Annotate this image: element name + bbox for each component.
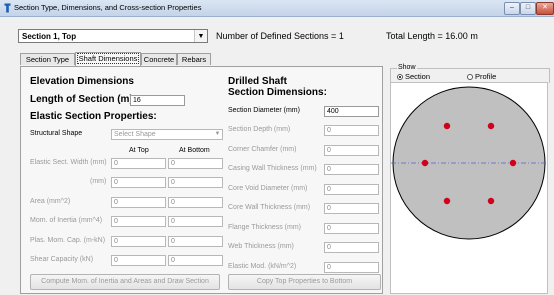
compute-button[interactable]: Compute Mom. of Inertia and Areas and Dr… (30, 274, 220, 290)
structural-shape-select[interactable]: Select Shape ▼ (111, 129, 223, 140)
elastic-mod-label: Elastic Mod. (kN/m^2) (228, 263, 297, 270)
core-wall-input[interactable]: 0 (324, 203, 379, 214)
structural-shape-label: Structural Shape (30, 130, 83, 137)
rebar-dot (509, 159, 517, 167)
elastic-width-top-input[interactable]: 0 (111, 158, 166, 169)
tab-shaft-dimensions[interactable]: Shaft Dimensions (75, 52, 141, 66)
show-legend: Show (397, 64, 417, 71)
flange-thickness-input[interactable]: 0 (324, 223, 379, 234)
section-dimensions-heading: Section Dimensions: (228, 87, 327, 98)
casing-wall-label: Casing Wall Thickness (mm) (228, 165, 317, 172)
tab-rebars[interactable]: Rebars (177, 53, 211, 65)
section-select-value: Section 1, Top (22, 32, 77, 41)
window-title: Section Type, Dimensions, and Cross-sect… (14, 3, 202, 12)
web-thickness-input[interactable]: 0 (324, 242, 379, 253)
casing-wall-input[interactable]: 0 (324, 164, 379, 175)
plas-mom-top-input[interactable]: 0 (111, 236, 166, 247)
corner-chamfer-label: Corner Chamfer (mm) (228, 146, 297, 153)
section-drawing-area (390, 82, 548, 294)
rebar-dot (487, 197, 495, 205)
chevron-down-icon[interactable]: ▼ (194, 30, 207, 42)
plas-mom-bottom-input[interactable]: 0 (168, 236, 223, 247)
rebar-dot (421, 159, 429, 167)
core-wall-label: Core Wall Thickness (mm) (228, 204, 311, 211)
col-at-bottom: At Bottom (179, 147, 210, 154)
mom-inertia-label: Mom. of Inertia (mm^4) (30, 217, 103, 224)
mom-inertia-bottom-input[interactable]: 0 (168, 216, 223, 227)
structural-shape-placeholder: Select Shape (114, 131, 156, 138)
app-icon (4, 3, 11, 13)
shear-capacity-label: Shear Capacity (kN) (30, 256, 94, 263)
area-bottom-input[interactable]: 0 (168, 197, 223, 208)
num-sections-text: Number of Defined Sections = 1 (216, 31, 344, 41)
mm-top-input[interactable]: 0 (111, 177, 166, 188)
area-label: Area (mm^2) (30, 198, 71, 205)
mom-inertia-top-input[interactable]: 0 (111, 216, 166, 227)
chevron-down-icon[interactable]: ▼ (213, 130, 222, 139)
copy-top-to-bottom-button[interactable]: Copy Top Properties to Bottom (228, 274, 381, 290)
elastic-width-label: Elastic Sect. Width (mm) (30, 159, 107, 166)
radio-unselected-icon (467, 74, 473, 80)
section-drawing (391, 86, 547, 240)
elastic-mod-input[interactable]: 0 (324, 262, 379, 273)
section-select[interactable]: Section 1, Top ▼ (18, 29, 208, 43)
total-length-text: Total Length = 16.00 m (386, 31, 478, 41)
tab-concrete[interactable]: Concrete (141, 53, 177, 65)
core-void-input[interactable]: 0 (324, 184, 379, 195)
rebar-dot (443, 197, 451, 205)
plas-mom-label: Plas. Mom. Cap. (m-kN) (30, 237, 106, 244)
rebar-dot (487, 122, 495, 130)
corner-chamfer-input[interactable]: 0 (324, 145, 379, 156)
shear-capacity-top-input[interactable]: 0 (111, 255, 166, 266)
maximize-button[interactable]: □ (520, 2, 536, 15)
section-diameter-label: Section Diameter (mm) (228, 107, 300, 114)
tab-section-type[interactable]: Section Type (20, 53, 75, 65)
rebar-dot (443, 122, 451, 130)
core-void-label: Core Void Diameter (mm) (228, 185, 308, 192)
minimize-button[interactable]: – (504, 2, 520, 15)
drilled-shaft-heading: Drilled Shaft (228, 76, 287, 87)
section-radio-label: Section (405, 72, 431, 81)
shaft-dimensions-panel: Elevation Dimensions Length of Section (… (20, 66, 383, 294)
section-diameter-input[interactable]: 400 (324, 106, 379, 117)
show-group: Show Section Profile (390, 64, 550, 83)
area-top-input[interactable]: 0 (111, 197, 166, 208)
section-depth-label: Section Depth (mm) (228, 126, 291, 133)
profile-radio[interactable]: Profile (467, 72, 496, 81)
length-label: Length of Section (m) (30, 94, 133, 105)
shear-capacity-bottom-input[interactable]: 0 (168, 255, 223, 266)
elastic-width-bottom-input[interactable]: 0 (168, 158, 223, 169)
mm-label: (mm) (90, 178, 107, 185)
elevation-heading: Elevation Dimensions (30, 76, 134, 87)
section-depth-input[interactable]: 0 (324, 125, 379, 136)
mm-bottom-input[interactable]: 0 (168, 177, 223, 188)
web-thickness-label: Web Thickness (mm) (228, 243, 294, 250)
elastic-heading: Elastic Section Properties: (30, 111, 157, 122)
col-at-top: At Top (129, 147, 149, 154)
title-bar: Section Type, Dimensions, and Cross-sect… (0, 0, 554, 17)
profile-radio-label: Profile (475, 72, 497, 81)
flange-thickness-label: Flange Thickness (mm) (228, 224, 302, 231)
close-button[interactable]: ✕ (536, 2, 554, 15)
radio-selected-icon (397, 74, 403, 80)
length-of-section-input[interactable]: 16 (130, 95, 185, 106)
section-radio[interactable]: Section (397, 72, 430, 81)
